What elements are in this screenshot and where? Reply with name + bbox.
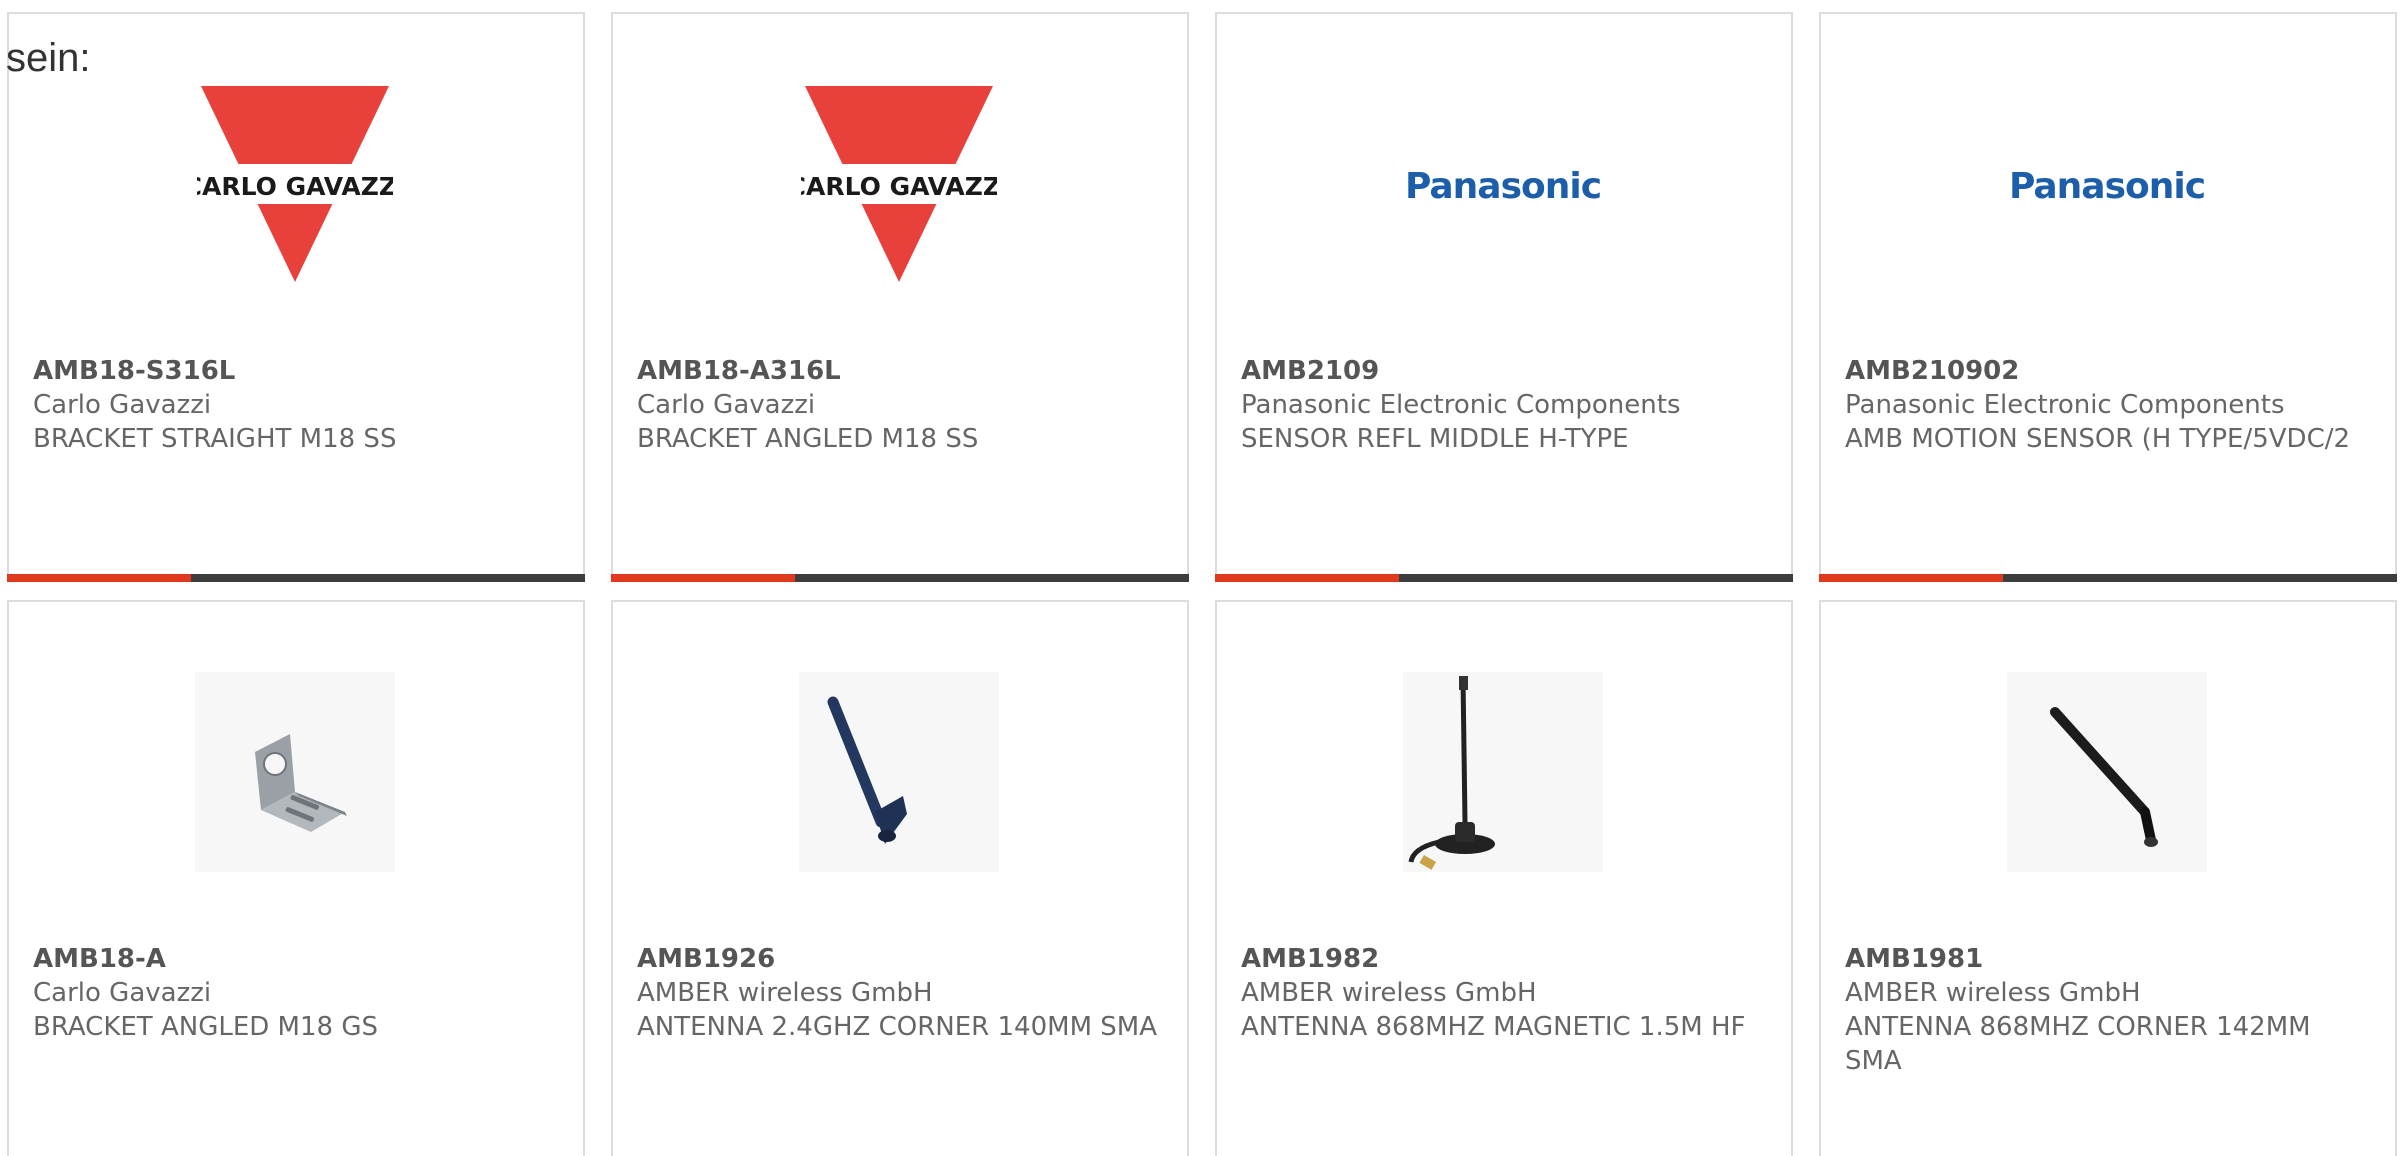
svg-text:Panasonic: Panasonic <box>2009 166 2205 207</box>
product-info: AMB2109 Panasonic Electronic Components … <box>1241 354 1761 456</box>
carlo-gavazzi-logo: CARLO GAVAZZI <box>799 84 999 284</box>
product-card[interactable]: AMB18-A Carlo Gavazzi BRACKET ANGLED M18… <box>7 600 585 1156</box>
description: BRACKET ANGLED M18 GS <box>33 1012 378 1042</box>
svg-text:CARLO GAVAZZI: CARLO GAVAZZI <box>801 172 997 201</box>
card-bottom-bar <box>7 574 585 582</box>
part-number[interactable]: AMB18-A316L <box>637 354 1157 388</box>
product-info: AMB1981 AMBER wireless GmbH ANTENNA 868M… <box>1845 942 2365 1078</box>
svg-text:CARLO GAVAZZI: CARLO GAVAZZI <box>197 172 393 201</box>
product-info: AMB1982 AMBER wireless GmbH ANTENNA 868M… <box>1241 942 1761 1044</box>
manufacturer: AMBER wireless GmbH <box>637 978 933 1008</box>
description: AMB MOTION SENSOR (H TYPE/5VDC/2 <box>1845 424 2351 454</box>
product-card[interactable]: AMB1982 AMBER wireless GmbH ANTENNA 868M… <box>1215 600 1793 1156</box>
description: SENSOR REFL MIDDLE H-TYPE <box>1241 424 1629 454</box>
magnetic-antenna-photo <box>1403 672 1603 872</box>
manufacturer: Panasonic Electronic Components <box>1845 390 2285 420</box>
part-number[interactable]: AMB18-A <box>33 942 553 976</box>
part-number[interactable]: AMB210902 <box>1845 354 2365 388</box>
svg-text:Panasonic: Panasonic <box>1405 166 1601 207</box>
product-card[interactable]: CARLO GAVAZZI AMB18-A316L Carlo Gavazzi … <box>611 12 1189 582</box>
bracket-photo <box>195 672 395 872</box>
manufacturer: AMBER wireless GmbH <box>1241 978 1537 1008</box>
description: BRACKET ANGLED M18 SS <box>637 424 979 454</box>
part-number[interactable]: AMB18-S316L <box>33 354 553 388</box>
part-number[interactable]: AMB1982 <box>1241 942 1761 976</box>
product-info: AMB18-S316L Carlo Gavazzi BRACKET STRAIG… <box>33 354 553 456</box>
description: ANTENNA 868MHZ CORNER 142MM SMA <box>1845 1012 2311 1076</box>
product-info: AMB18-A Carlo Gavazzi BRACKET ANGLED M18… <box>33 942 553 1044</box>
part-number[interactable]: AMB1981 <box>1845 942 2365 976</box>
product-card[interactable]: Panasonic AMB210902 Panasonic Electronic… <box>1819 12 2397 582</box>
product-card[interactable]: AMB1981 AMBER wireless GmbH ANTENNA 868M… <box>1819 600 2397 1156</box>
part-number[interactable]: AMB1926 <box>637 942 1157 976</box>
card-bottom-bar <box>1819 574 2397 582</box>
description: ANTENNA 2.4GHZ CORNER 140MM SMA <box>637 1012 1157 1042</box>
card-accent <box>611 574 795 582</box>
manufacturer: AMBER wireless GmbH <box>1845 978 2141 1008</box>
card-accent <box>7 574 191 582</box>
description: BRACKET STRAIGHT M18 SS <box>33 424 397 454</box>
card-accent <box>1215 574 1399 582</box>
product-info: AMB1926 AMBER wireless GmbH ANTENNA 2.4G… <box>637 942 1157 1044</box>
manufacturer: Carlo Gavazzi <box>33 978 212 1008</box>
product-card[interactable]: AMB1926 AMBER wireless GmbH ANTENNA 2.4G… <box>611 600 1189 1156</box>
product-info: AMB18-A316L Carlo Gavazzi BRACKET ANGLED… <box>637 354 1157 456</box>
blue-antenna-photo <box>799 672 999 872</box>
product-grid-page: sein: CARLO GAVAZZI AMB18-S316L Carlo Ga… <box>0 0 2400 1156</box>
manufacturer: Carlo Gavazzi <box>33 390 212 420</box>
product-card[interactable]: CARLO GAVAZZI AMB18-S316L Carlo Gavazzi … <box>7 12 585 582</box>
manufacturer: Carlo Gavazzi <box>637 390 816 420</box>
product-card[interactable]: Panasonic AMB2109 Panasonic Electronic C… <box>1215 12 1793 582</box>
description: ANTENNA 868MHZ MAGNETIC 1.5M HF <box>1241 1012 1746 1042</box>
intro-text: sein: <box>6 36 91 80</box>
manufacturer: Panasonic Electronic Components <box>1241 390 1681 420</box>
part-number[interactable]: AMB2109 <box>1241 354 1761 388</box>
card-accent <box>1819 574 2003 582</box>
card-bottom-bar <box>1215 574 1793 582</box>
product-info: AMB210902 Panasonic Electronic Component… <box>1845 354 2365 456</box>
card-bottom-bar <box>611 574 1189 582</box>
black-antenna-photo <box>2007 672 2207 872</box>
panasonic-logo: Panasonic <box>2007 84 2207 284</box>
carlo-gavazzi-logo: CARLO GAVAZZI <box>195 84 395 284</box>
panasonic-logo: Panasonic <box>1403 84 1603 284</box>
